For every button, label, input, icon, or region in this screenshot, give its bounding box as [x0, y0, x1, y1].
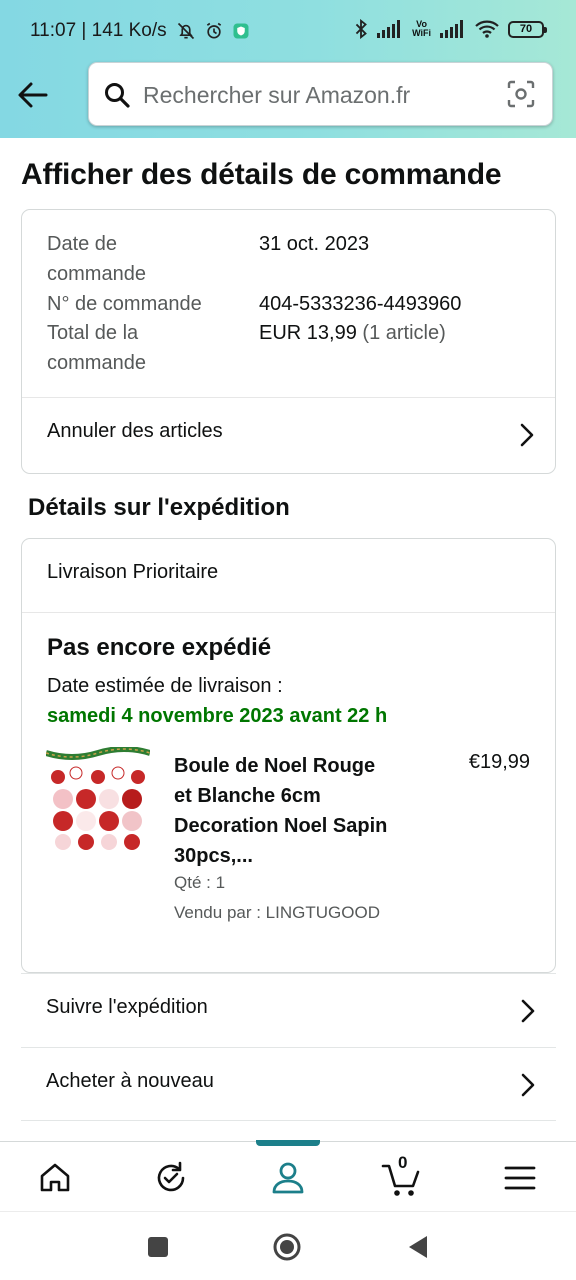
- shipment-card: Livraison Prioritaire Pas encore expédié…: [21, 538, 556, 973]
- shipping-speed: Livraison Prioritaire: [47, 561, 219, 583]
- account-icon[interactable]: [266, 1156, 310, 1200]
- cancel-items-link[interactable]: Annuler des articles: [22, 398, 555, 472]
- divider: [22, 612, 555, 613]
- product-price: €19,99: [468, 751, 530, 773]
- vowifi-indicator: Vo WiFi: [412, 19, 431, 38]
- system-nav-bar: [0, 1211, 576, 1280]
- signal-icon: [377, 20, 401, 38]
- wifi-icon: [475, 20, 499, 38]
- order-total-value: EUR 13,99 (1 article): [259, 322, 446, 344]
- home-button-icon[interactable]: [272, 1232, 302, 1262]
- track-shipment-link[interactable]: Suivre l'expédition: [21, 973, 556, 1047]
- order-date-value: 31 oct. 2023: [259, 233, 370, 255]
- chevron-right-icon: [521, 1073, 535, 1097]
- back-arrow-icon[interactable]: [14, 76, 52, 114]
- product-seller: Vendu par : LINGTUGOOD: [174, 903, 380, 922]
- search-icon: [105, 83, 130, 108]
- bell-off-icon: [177, 22, 195, 40]
- cart-button[interactable]: 0: [381, 1153, 425, 1200]
- bottom-nav: 0: [0, 1140, 576, 1211]
- order-summary-card: Date de commande 31 oct. 2023 N° de comma…: [21, 209, 556, 474]
- delivery-estimate-label: Date estimée de livraison :: [47, 675, 283, 697]
- order-total-label: Total de la commande: [47, 322, 146, 374]
- back-button-icon[interactable]: [403, 1232, 433, 1262]
- search-input[interactable]: [143, 75, 493, 115]
- order-date-label: Date de commande: [47, 233, 146, 285]
- track-shipment-label: Suivre l'expédition: [46, 996, 208, 1018]
- product-quantity: Qté : 1: [174, 873, 226, 892]
- chevron-right-icon: [521, 999, 535, 1023]
- shield-icon: [233, 23, 249, 39]
- order-number-value: 404-5333236-4493960: [259, 293, 462, 315]
- camera-scan-icon[interactable]: [506, 79, 536, 109]
- status-bar: 11:07 | 141 Ko/s Vo WiFi 70: [0, 0, 576, 66]
- status-time: 11:07 | 141 Ko/s: [30, 20, 167, 41]
- buy-again-icon[interactable]: [149, 1156, 193, 1200]
- order-item-count: (1 article): [362, 322, 446, 344]
- buy-again-label: Acheter à nouveau: [46, 1070, 214, 1092]
- order-number-label: N° de commande: [47, 293, 202, 315]
- shipment-section-title: Détails sur l'expédition: [28, 494, 290, 521]
- cancel-items-label: Annuler des articles: [47, 420, 223, 442]
- product-image[interactable]: [46, 747, 150, 851]
- page-title: Afficher des détails de commande: [21, 158, 502, 191]
- shipment-status: Pas encore expédié: [47, 634, 272, 661]
- app-header: 11:07 | 141 Ko/s Vo WiFi 70: [0, 0, 576, 138]
- chevron-right-icon: [520, 423, 534, 447]
- active-tab-indicator: [256, 1140, 320, 1146]
- signal-icon-2: [440, 20, 463, 38]
- delivery-estimate-date: samedi 4 novembre 2023 avant 22 h: [47, 705, 388, 727]
- search-bar[interactable]: [88, 62, 553, 126]
- home-icon[interactable]: [33, 1156, 77, 1200]
- buy-again-link[interactable]: Acheter à nouveau: [21, 1047, 556, 1121]
- battery-indicator: 70: [508, 20, 547, 38]
- bluetooth-icon: [355, 19, 367, 39]
- alarm-icon: [206, 22, 222, 39]
- recent-apps-icon[interactable]: [143, 1232, 173, 1262]
- cart-count: 0: [398, 1153, 408, 1172]
- product-title-link[interactable]: Boule de Noel Rouge et Blanche 6cm Decor…: [174, 751, 424, 871]
- menu-icon[interactable]: [498, 1156, 542, 1200]
